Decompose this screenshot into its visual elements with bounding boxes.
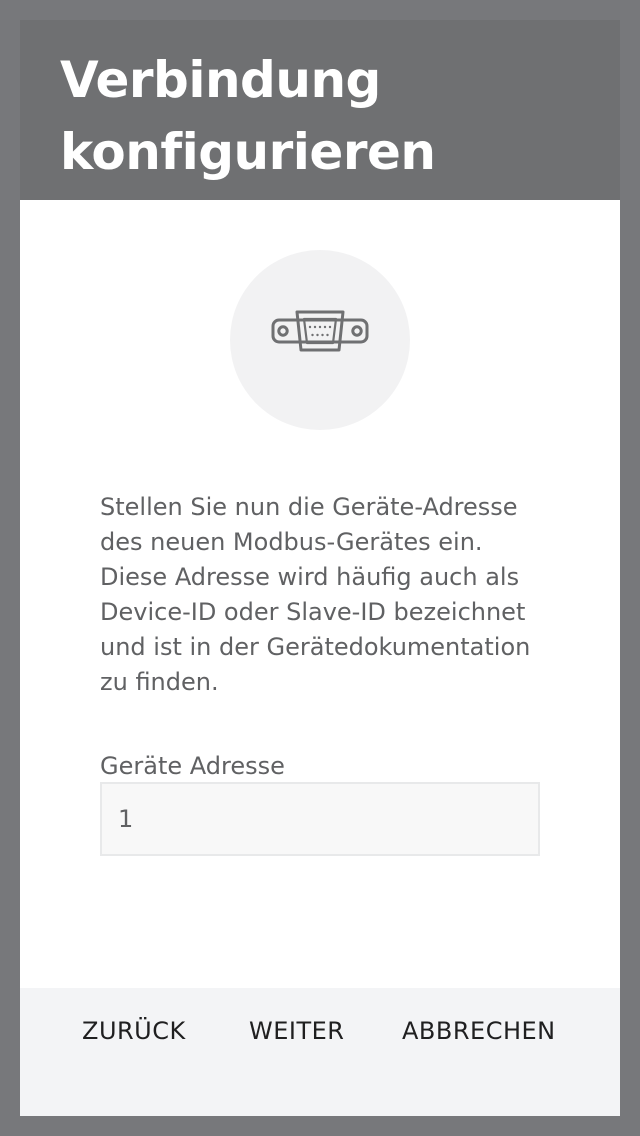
next-button[interactable]: WEITER: [249, 1008, 344, 1054]
back-button[interactable]: ZURÜCK: [82, 1008, 186, 1054]
dialog-title: Verbindung konfigurieren: [60, 51, 436, 181]
device-address-label: Geräte Adresse: [100, 752, 285, 780]
serial-port-icon: [271, 310, 369, 352]
instruction-text: Stellen Sie nun die Geräte-Adresse des n…: [100, 493, 531, 696]
cancel-button[interactable]: ABBRECHEN: [402, 1008, 556, 1054]
configure-connection-dialog: Verbindung konfigurieren Stellen Sie nun…: [20, 20, 620, 1116]
dialog-header: Verbindung konfigurieren: [20, 20, 620, 200]
device-address-input[interactable]: [100, 782, 540, 856]
dialog-footer: ZURÜCK WEITER ABBRECHEN: [20, 988, 620, 1116]
icon-badge: [230, 250, 410, 430]
